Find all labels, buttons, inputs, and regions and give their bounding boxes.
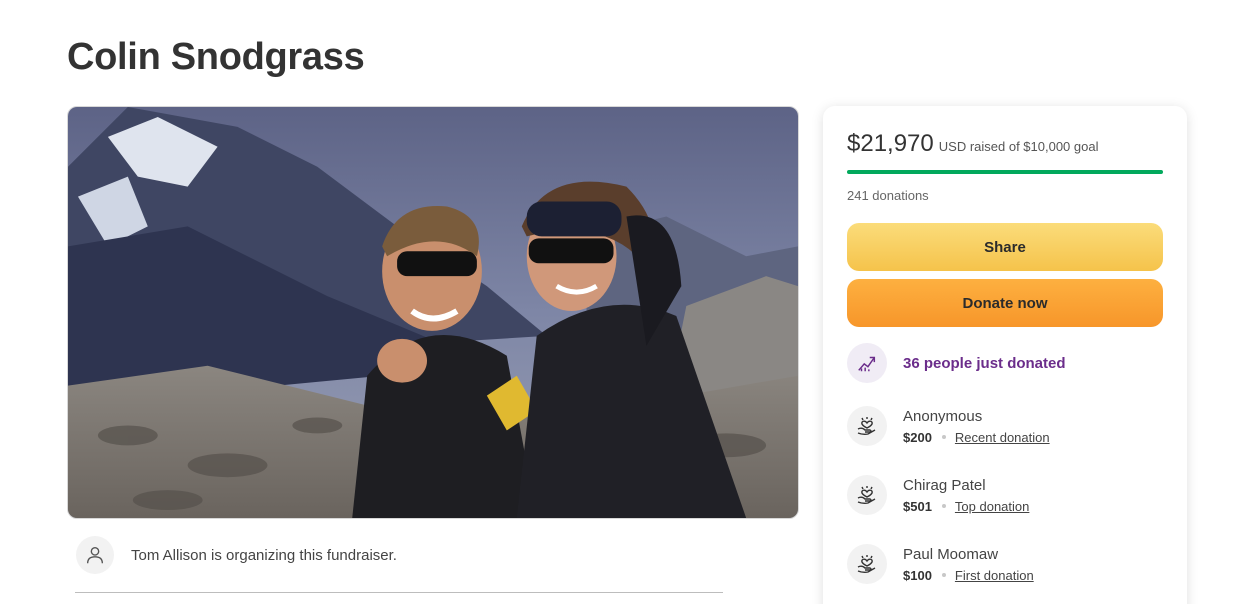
person-icon	[76, 536, 114, 574]
donation-tag-link[interactable]: Top donation	[955, 499, 1029, 514]
hero-photo	[67, 106, 799, 519]
progress-bar	[847, 170, 1163, 174]
hand-heart-icon	[847, 406, 887, 446]
share-button[interactable]: Share	[847, 223, 1163, 271]
separator-dot	[941, 435, 946, 439]
donor-name: Anonymous	[903, 407, 983, 425]
organizer-text: Tom Allison is organizing this fundraise…	[131, 546, 397, 564]
trending-up-icon	[847, 343, 887, 383]
donor-name: Paul Moomaw	[903, 545, 999, 563]
donor-amount: $100	[903, 567, 932, 583]
donor-item: Chirag Patel $501 Top donation	[847, 475, 1029, 515]
donations-count: 241 donations	[847, 188, 929, 203]
donor-item: Anonymous $200 Recent donation	[847, 406, 1050, 446]
recent-activity: 36 people just donated	[847, 343, 1066, 383]
donation-tag-link[interactable]: First donation	[955, 568, 1034, 583]
donor-item: Paul Moomaw $100 First donation	[847, 544, 1034, 584]
page-title: Colin Snodgrass	[67, 36, 365, 78]
organizer-row: Tom Allison is organizing this fundraise…	[76, 536, 397, 574]
donation-tag-link[interactable]: Recent donation	[955, 430, 1050, 445]
divider	[75, 592, 723, 593]
recent-activity-text: 36 people just donated	[903, 354, 1066, 372]
separator-dot	[941, 573, 946, 577]
raised-goal-text: USD raised of $10,000 goal	[938, 139, 1099, 154]
donor-amount: $501	[903, 498, 932, 514]
donor-amount: $200	[903, 429, 932, 445]
progress-fill	[847, 170, 1163, 174]
hand-heart-icon	[847, 475, 887, 515]
hand-heart-icon	[847, 544, 887, 584]
donate-now-button[interactable]: Donate now	[847, 279, 1163, 327]
donation-card: $21,970 USD raised of $10,000 goal 241 d…	[823, 106, 1187, 604]
hero-photo-illustration	[68, 107, 798, 518]
raised-amount: $21,970	[847, 130, 934, 157]
donor-name: Chirag Patel	[903, 476, 986, 494]
raised-summary: $21,970 USD raised of $10,000 goal	[847, 130, 1098, 158]
separator-dot	[941, 504, 946, 508]
